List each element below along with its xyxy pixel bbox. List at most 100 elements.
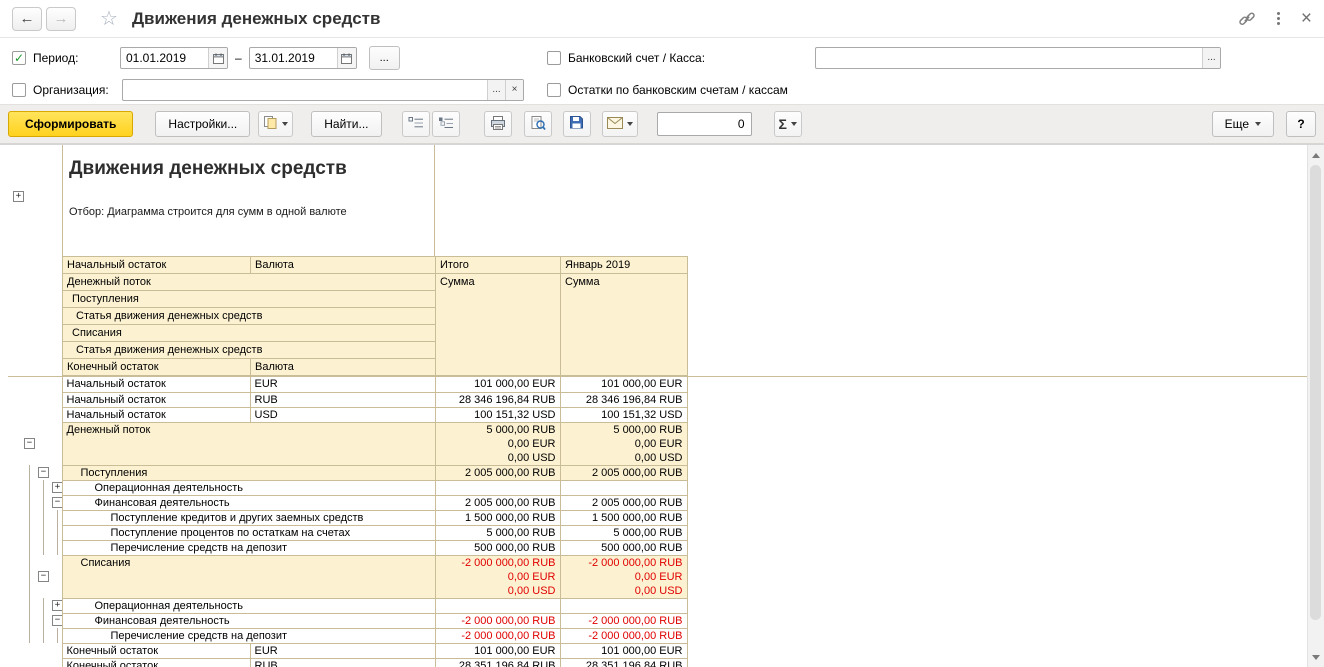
row-label: Финансовая деятельность (61, 613, 436, 629)
preview-button[interactable] (523, 111, 552, 137)
period-filter: ✓ Период: 01.01.2019 – 31.01.2019 ... (12, 46, 400, 70)
row-label: Поступления (61, 465, 436, 481)
report-filter-note: Отбор: Диаграмма строится для сумм в одн… (69, 206, 347, 218)
report-data-table: Начальный остаток EUR 101 000,00 EUR 101 00… (8, 377, 688, 667)
collapse-group-icon[interactable]: − (52, 614, 62, 626)
calendar-icon[interactable] (336, 48, 356, 68)
organization-clear-button[interactable]: × (505, 80, 523, 100)
row-label: Списания (61, 555, 436, 599)
vertical-scrollbar[interactable] (1307, 145, 1324, 667)
counter-input[interactable] (656, 112, 752, 136)
period-from-field[interactable]: 01.01.2019 (120, 47, 228, 69)
row-group-margin: − (8, 613, 62, 628)
help-button[interactable]: ? (1286, 111, 1316, 137)
generate-button[interactable]: Сформировать (8, 111, 134, 137)
row-amount-total: 500 000,00 RUB (435, 540, 561, 556)
row-amount-period: 5 000,00 RUB (560, 525, 688, 541)
sigma-button[interactable]: Σ (773, 111, 802, 137)
tree-guide-line (43, 525, 44, 540)
organization-checkbox[interactable] (12, 83, 26, 97)
row-amount-period: 2 005 000,00 RUB (560, 465, 688, 481)
find-button[interactable]: Найти... (311, 111, 382, 137)
row-amount-total: 5 000,00 RUB (435, 525, 561, 541)
more-menu-icon[interactable] (1274, 10, 1283, 27)
row-amount-total: 2 005 000,00 RUB (435, 465, 561, 481)
calendar-icon[interactable] (208, 48, 227, 68)
collapse-group-icon[interactable]: − (52, 496, 62, 508)
email-icon (606, 116, 623, 132)
row-amount-total: 101 000,00 EUR (435, 643, 561, 659)
scroll-thumb[interactable] (1310, 165, 1321, 620)
caret-down-icon (1255, 122, 1261, 126)
balances-checkbox[interactable] (547, 83, 561, 97)
back-button[interactable]: ← (12, 6, 42, 31)
row-amount-period: 101 000,00 EUR (560, 643, 688, 659)
email-button[interactable] (601, 111, 638, 137)
period-to-field[interactable]: 31.01.2019 (248, 47, 357, 69)
report-header-section: Движения денежных средств Отбор: Диаграм… (8, 145, 1324, 377)
row-group-margin (8, 643, 62, 658)
row-group-margin: − (8, 495, 62, 510)
scroll-down-icon[interactable] (1308, 649, 1324, 665)
row-label: Операционная деятельность (61, 598, 436, 614)
bank-account-checkbox[interactable] (547, 51, 561, 65)
period-more-button[interactable]: ... (368, 46, 400, 70)
expand-group-icon[interactable]: + (52, 481, 62, 493)
report-expand-icon[interactable]: + (13, 191, 24, 202)
organization-more-button[interactable]: ... (487, 80, 505, 100)
collapse-group-icon[interactable]: − (38, 466, 49, 478)
collapse-group-icon[interactable]: − (38, 570, 49, 582)
bank-account-more-button[interactable]: ... (1202, 48, 1220, 68)
row-group-margin: − (8, 422, 62, 465)
row-amount-total: 28 346 196,84 RUB (435, 392, 561, 408)
report-variants-icon (263, 115, 278, 133)
report-row: Поступление процентов по остаткам на сче… (8, 525, 688, 541)
expand-groups-button[interactable] (431, 111, 460, 137)
report-variants-button[interactable] (258, 111, 294, 137)
more-button[interactable]: Еще (1211, 111, 1274, 137)
row-group-margin: + (8, 598, 62, 613)
report-row: Начальный остаток USD 100 151,32 USD 100 15… (8, 407, 688, 423)
close-icon[interactable]: × (1301, 9, 1312, 28)
report-row: − Поступления 2 005 000,00 RUB 2 005 000,00… (8, 465, 688, 481)
bank-account-field[interactable]: ... (815, 47, 1221, 69)
print-icon (490, 115, 506, 134)
tree-guide-line (43, 628, 44, 643)
row-amount-period: 5 000,00 RUB 0,00 EUR 0,00 USD (560, 422, 688, 466)
tree-guide-line (43, 613, 44, 628)
expand-group-icon[interactable]: + (52, 599, 62, 611)
report-row: − Списания -2 000 000,00 RUB 0,00 EUR 0,00 U… (8, 555, 688, 599)
tree-guide-line (43, 540, 44, 555)
collapse-groups-button[interactable] (401, 111, 430, 137)
settings-button[interactable]: Настройки... (155, 111, 251, 137)
row-amount-period: 100 151,32 USD (560, 407, 688, 423)
header-currency2: Валюта (250, 358, 436, 376)
save-button[interactable] (562, 111, 591, 137)
row-amount-total: 2 005 000,00 RUB (435, 495, 561, 511)
row-group-margin (8, 540, 62, 555)
collapse-groups-icon (408, 116, 424, 133)
tree-guide-line (57, 510, 58, 525)
print-button[interactable] (483, 111, 512, 137)
row-label: Начальный остаток (61, 392, 251, 408)
row-amount-period: 500 000,00 RUB (560, 540, 688, 556)
row-group-margin (8, 392, 62, 407)
forward-button[interactable]: → (46, 6, 76, 31)
row-amount-total: 100 151,32 USD (435, 407, 561, 423)
report-row: − Денежный поток 5 000,00 RUB 0,00 EUR 0,00 … (8, 422, 688, 466)
scroll-up-icon[interactable] (1308, 147, 1324, 163)
row-group-margin (8, 658, 62, 667)
collapse-group-icon[interactable]: − (24, 437, 35, 449)
row-amount-period (560, 598, 688, 614)
favorite-star-icon[interactable]: ☆ (100, 9, 118, 29)
caret-down-icon (790, 122, 797, 126)
organization-field[interactable]: ... × (122, 79, 524, 101)
report-row: Начальный остаток RUB 28 346 196,84 RUB 28 … (8, 392, 688, 408)
link-icon[interactable] (1238, 10, 1256, 28)
report-row: Перечисление средств на депозит -2 000 00… (8, 628, 688, 644)
row-currency: RUB (250, 658, 436, 667)
header-sum-total: Сумма (435, 273, 561, 376)
toolbar-right: Еще ? (1211, 111, 1316, 137)
period-checkbox[interactable]: ✓ (12, 51, 26, 65)
row-group-margin: + (8, 480, 62, 495)
